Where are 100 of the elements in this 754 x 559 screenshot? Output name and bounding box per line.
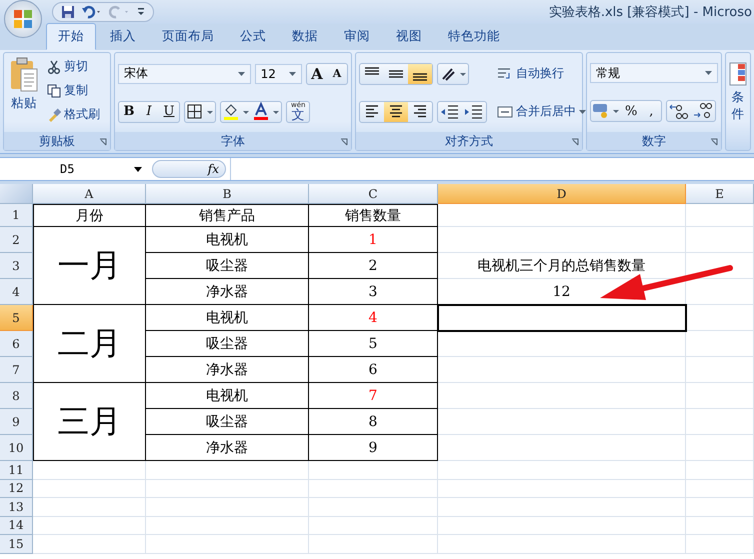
insert-function-button[interactable]: fx [152,160,226,178]
empty-cell[interactable] [146,516,309,535]
empty-cell[interactable] [686,516,754,535]
empty-cell[interactable] [309,498,438,516]
align-button-icon[interactable] [408,64,432,84]
empty-cell[interactable] [438,516,686,535]
wrap-text-button[interactable]: 自动换行 [495,64,588,83]
row-header[interactable]: 4 [0,279,33,305]
customize-toolbar-icon[interactable] [137,7,145,17]
ribbon-tab[interactable]: 公式 [228,23,278,50]
merge-center-button[interactable]: 合并后居中 [495,102,588,121]
borders-icon[interactable] [185,102,215,122]
row-header[interactable]: 9 [0,409,33,435]
row-header[interactable]: 13 [0,498,33,516]
conditional-format-button[interactable]: 条件 [726,61,750,123]
empty-cell[interactable] [686,461,754,480]
table-cell: 电视机 [146,383,309,409]
conditional-format-icon [728,61,748,87]
save-icon[interactable] [61,5,75,19]
empty-cell[interactable] [146,498,309,516]
comma-button[interactable]: , [641,101,662,121]
empty-cell[interactable] [309,516,438,535]
fill-color-icon[interactable] [221,102,251,122]
column-header[interactable]: A [33,184,146,204]
empty-cell[interactable] [686,331,754,357]
empty-cell[interactable] [309,535,438,554]
grow-font-button[interactable]: A [307,64,327,84]
table-cell: 7 [309,383,438,409]
empty-cell[interactable] [438,461,686,480]
copy-button[interactable]: 复制 [45,81,102,100]
ribbon-tab[interactable]: 审阅 [332,23,382,50]
dialog-launcher-icon[interactable] [571,138,579,146]
shrink-font-button[interactable]: A [327,64,347,84]
font-name-field[interactable]: 宋体 [118,64,251,84]
column-header[interactable]: B [146,184,309,204]
empty-cell[interactable] [686,305,754,331]
empty-cell[interactable] [686,357,754,383]
row-header[interactable]: 5 [0,305,33,331]
column-header[interactable]: D [438,184,686,204]
column-header[interactable]: E [686,184,754,204]
paste-button[interactable]: 粘贴 [7,57,41,128]
empty-cell[interactable] [309,480,438,498]
dialog-launcher-icon[interactable] [99,138,107,146]
table-cell: 净水器 [146,279,309,305]
window-title: 实验表格.xls [兼容模式] - Microso [548,4,753,21]
office-logo-icon [12,8,34,30]
empty-cell[interactable] [686,409,754,435]
empty-cell[interactable] [686,227,754,253]
empty-cell[interactable] [686,383,754,409]
ribbon-tab[interactable]: 开始 [46,23,96,50]
empty-cell[interactable] [686,480,754,498]
number-format-field[interactable]: 常规 [590,63,718,83]
font-size-field[interactable]: 12 [254,64,302,84]
undo-icon[interactable] [81,5,103,19]
row-header[interactable]: 8 [0,383,33,409]
empty-cell[interactable] [146,535,309,554]
row-header[interactable]: 11 [0,461,33,480]
ribbon-tab[interactable]: 插入 [98,23,148,50]
underline-button[interactable]: U [159,102,179,122]
italic-button[interactable]: I [139,102,159,122]
cut-button[interactable]: 剪切 [45,57,102,76]
empty-cell[interactable] [686,204,754,227]
copy-icon [47,84,61,98]
currency-icon[interactable] [591,101,621,121]
table-cell: 5 [309,331,438,357]
select-all-button[interactable] [0,184,33,204]
empty-cell[interactable] [438,480,686,498]
row-header[interactable]: 14 [0,516,33,535]
empty-cell[interactable] [686,435,754,461]
dialog-launcher-icon[interactable] [710,138,718,146]
name-box[interactable]: D5 [0,162,148,176]
row-header[interactable]: 7 [0,357,33,383]
ribbon-tab[interactable]: 特色功能 [436,23,512,50]
percent-button[interactable]: % [621,101,642,121]
empty-cell[interactable] [686,279,754,305]
ribbon-tab[interactable]: 数据 [280,23,330,50]
group-label: 数字 [642,132,666,150]
ribbon-tab[interactable]: 页面布局 [150,23,226,50]
font-color-icon[interactable] [251,102,281,122]
dialog-launcher-icon[interactable] [340,138,348,146]
empty-cell[interactable] [438,535,686,554]
table-cell: 净水器 [146,435,309,461]
office-button[interactable] [4,0,42,38]
empty-cell[interactable] [686,535,754,554]
ribbon-tab[interactable]: 视图 [384,23,434,50]
row-header[interactable]: 1 [0,204,33,227]
empty-cell[interactable] [438,498,686,516]
empty-cell[interactable] [146,480,309,498]
row-header[interactable]: 10 [0,435,33,461]
row-header[interactable]: 15 [0,535,33,554]
row-header[interactable]: 2 [0,227,33,253]
selected-cell[interactable] [437,304,687,332]
format-painter-button[interactable]: 格式刷 [45,105,102,124]
column-header[interactable]: C [309,184,438,204]
bold-button[interactable]: B [119,102,139,122]
align-button-icon[interactable] [384,102,408,122]
row-header[interactable]: 6 [0,331,33,357]
row-header[interactable]: 3 [0,253,33,279]
empty-cell[interactable] [686,498,754,516]
row-header[interactable]: 12 [0,480,33,498]
